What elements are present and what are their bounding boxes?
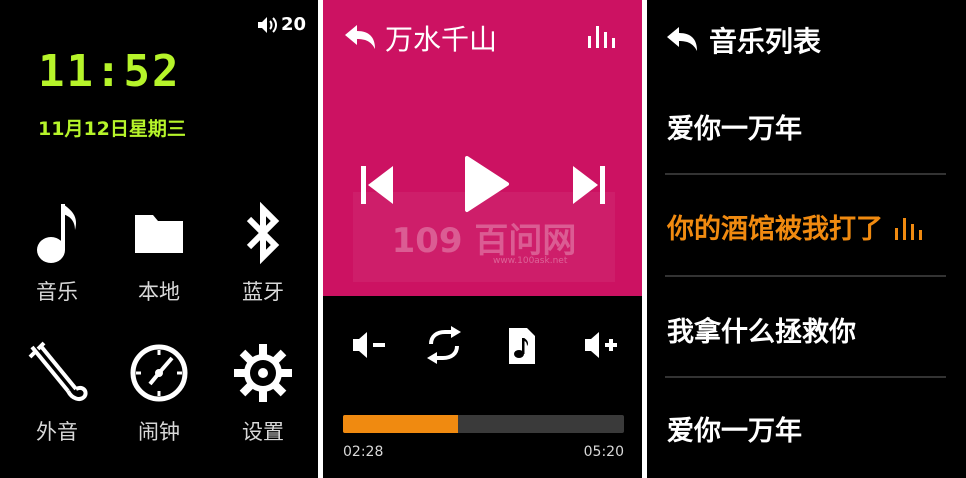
next-icon[interactable] [571,164,607,206]
app-local[interactable]: 本地 [109,198,209,306]
home-screen: 20 11:52 11月12日星期三 音乐 本地 蓝牙 外音 闹钟 设置 [0,0,318,478]
bluetooth-icon [246,201,280,265]
volume-value: 20 [280,14,306,35]
back-arrow-icon[interactable] [343,25,377,51]
music-file-icon[interactable] [507,326,537,366]
song-title: 万水千山 [385,23,498,56]
play-icon[interactable] [463,154,511,214]
song-title: 我拿什么拯救你 [667,316,856,348]
clock-icon [130,344,188,402]
song-item[interactable]: 爱你一万年 [667,398,946,458]
app-label: 蓝牙 [242,280,284,304]
song-item[interactable]: 爱你一万年 [667,96,946,156]
app-external-audio[interactable]: 外音 [7,338,107,446]
app-settings[interactable]: 设置 [213,338,313,446]
divider [665,376,946,378]
previous-icon[interactable] [359,164,395,206]
song-item[interactable]: 我拿什么拯救你 [667,299,946,359]
volume-down-icon[interactable] [351,330,389,360]
music-note-icon [37,204,77,263]
app-music[interactable]: 音乐 [7,198,107,306]
app-bluetooth[interactable]: 蓝牙 [213,198,313,306]
playlist-screen: 音乐列表 爱你一万年 你的酒馆被我打了 我拿什么拯救你 爱你一万年 [647,0,966,478]
clock-date: 11月12日星期三 [38,118,186,140]
app-alarm[interactable]: 闹钟 [109,338,209,446]
volume-indicator[interactable]: 20 [256,14,306,35]
progress-bar[interactable] [343,415,624,433]
app-label: 外音 [36,420,78,444]
equalizer-icon [588,26,615,48]
list-title: 音乐列表 [709,25,822,58]
clock-time: 11:52 [38,46,181,97]
cable-icon [28,341,88,401]
divider [665,275,946,277]
repeat-icon[interactable] [423,326,465,364]
divider [665,173,946,175]
total-time: 05:20 [583,444,624,460]
app-label: 本地 [138,280,180,304]
watermark-url: www.100ask.net [493,256,568,266]
app-label: 闹钟 [138,420,180,444]
progress-fill [343,415,459,433]
song-item-playing[interactable]: 你的酒馆被我打了 [667,196,946,256]
player-screen: 万水千山 109 百问网 www.100ask.net 02:28 05:20 [323,0,642,478]
song-title: 爱你一万年 [667,415,802,447]
app-label: 设置 [242,420,284,444]
song-title: 爱你一万年 [667,113,802,145]
gear-icon [234,344,292,402]
app-label: 音乐 [36,280,78,304]
volume-up-icon[interactable] [583,330,621,360]
folder-icon [135,215,183,253]
equalizer-icon [895,218,922,240]
current-time: 02:28 [343,444,384,460]
back-arrow-icon[interactable] [665,27,699,53]
speaker-icon [257,16,277,33]
song-title: 你的酒馆被我打了 [667,213,883,245]
